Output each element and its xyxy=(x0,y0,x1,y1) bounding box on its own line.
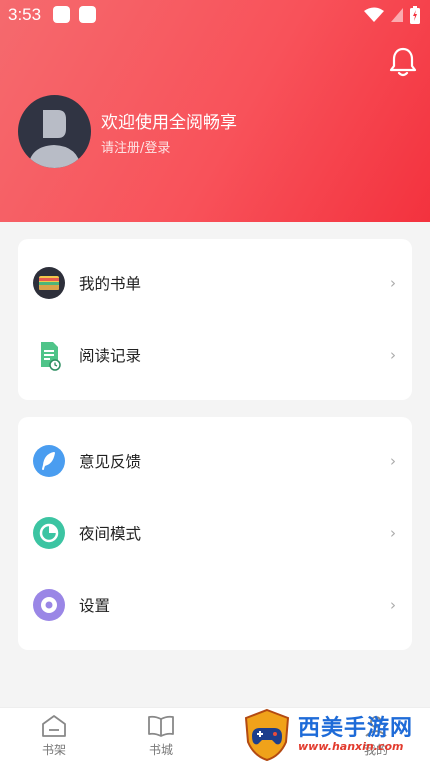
menu-item-settings[interactable]: 设置 › xyxy=(18,569,412,641)
menu-item-label: 意见反馈 xyxy=(79,453,142,471)
tab-bookshelf[interactable]: 书架 xyxy=(24,714,84,758)
avatar[interactable] xyxy=(18,95,91,168)
tab-label: 书城 xyxy=(148,743,173,757)
menu-item-reading-history[interactable]: 阅读记录 › xyxy=(18,319,412,391)
menu-item-label: 我的书单 xyxy=(79,275,142,293)
watermark-title: 西美手游网 xyxy=(298,716,414,741)
tab-label: 书架 xyxy=(41,743,66,757)
gear-icon xyxy=(33,589,65,621)
chevron-right-icon: › xyxy=(390,274,396,292)
tab-bookstore[interactable]: 书城 xyxy=(131,714,191,758)
status-time: 3:53 xyxy=(8,5,42,24)
menu-item-night-mode[interactable]: 夜间模式 › xyxy=(18,497,412,569)
reading-history-icon xyxy=(41,342,61,371)
menu-item-label: 设置 xyxy=(79,597,111,615)
battery-icon xyxy=(410,6,420,24)
wallet-icon xyxy=(33,267,65,299)
notification-icon xyxy=(53,6,70,23)
pie-chart-icon xyxy=(33,517,65,549)
watermark-url: www.hanxin.com xyxy=(298,740,404,753)
status-bar: 3:53 xyxy=(0,0,430,30)
chevron-right-icon: › xyxy=(390,452,396,470)
signal-icon xyxy=(391,8,403,22)
chevron-right-icon: › xyxy=(390,346,396,364)
login-link[interactable]: 请注册/登录 xyxy=(101,137,170,156)
feather-icon xyxy=(33,445,65,477)
bookshelf-icon xyxy=(42,715,66,737)
welcome-text[interactable]: 欢迎使用全阅畅享 xyxy=(101,108,237,133)
menu-card-library: 我的书单 › 阅读记录 › xyxy=(18,239,412,400)
gamepad-shield-icon xyxy=(244,708,290,762)
menu-item-booklist[interactable]: 我的书单 › xyxy=(18,247,412,319)
menu-item-feedback[interactable]: 意见反馈 › xyxy=(18,425,412,497)
open-book-icon xyxy=(148,715,174,737)
notification-bell-icon[interactable] xyxy=(388,46,418,78)
user-silhouette-icon xyxy=(28,110,81,168)
chevron-right-icon: › xyxy=(390,524,396,542)
watermark-logo: 西美手游网 www.hanxin.com xyxy=(242,708,422,762)
menu-card-settings: 意见反馈 › 夜间模式 › 设置 › xyxy=(18,417,412,650)
notification-icon xyxy=(79,6,96,23)
menu-item-label: 阅读记录 xyxy=(79,347,142,365)
wifi-icon xyxy=(364,7,384,22)
chevron-right-icon: › xyxy=(390,596,396,614)
menu-item-label: 夜间模式 xyxy=(79,525,142,543)
